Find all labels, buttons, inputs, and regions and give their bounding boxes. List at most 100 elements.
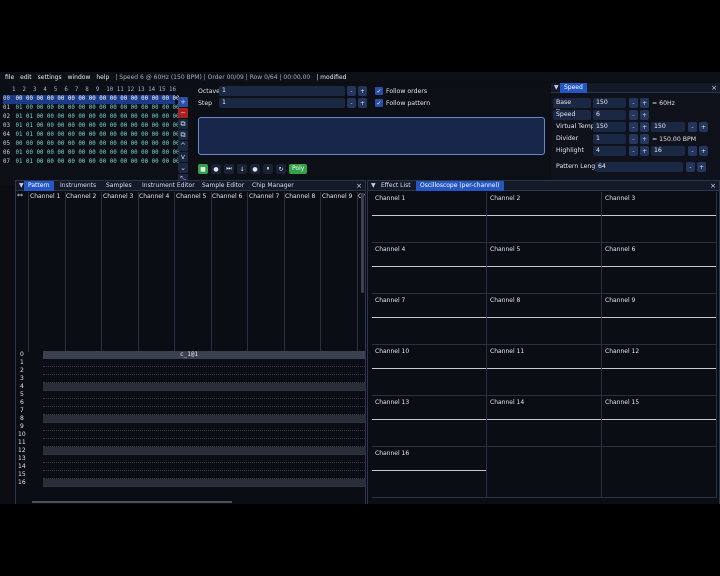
- menu-file[interactable]: file: [5, 74, 14, 81]
- pattern-row[interactable]: [43, 383, 365, 391]
- follow-orders-checkbox[interactable]: ✓: [375, 87, 383, 95]
- move-down-icon[interactable]: v: [178, 152, 188, 162]
- close-icon[interactable]: ×: [711, 83, 717, 93]
- channel-header[interactable]: Channel 1: [30, 192, 66, 202]
- speed-input[interactable]: 6: [593, 110, 626, 120]
- channel-header[interactable]: Channel 8: [285, 192, 321, 202]
- menu-edit[interactable]: edit: [20, 74, 32, 81]
- tab-samples[interactable]: Samples: [102, 181, 136, 191]
- vt-num-decrease-button[interactable]: -: [629, 122, 638, 132]
- add-order-button[interactable]: +: [178, 97, 188, 107]
- channel-header[interactable]: Channel 4: [139, 192, 175, 202]
- tab-chip-manager[interactable]: Chip Manager: [248, 181, 298, 191]
- channel-header[interactable]: Channel 6: [212, 192, 248, 202]
- pattern-row[interactable]: [43, 455, 365, 463]
- pattern-row[interactable]: [43, 439, 365, 447]
- divider-input[interactable]: 1: [593, 134, 626, 144]
- step-forward-icon[interactable]: ⏭: [224, 164, 234, 174]
- repeat-icon[interactable]: ↻: [276, 164, 286, 174]
- pattern-horizontal-scrollbar[interactable]: [32, 501, 232, 503]
- order-row[interactable]: 05 00 00 00 00 00 00 00 00 00 00 00 00 0…: [3, 140, 180, 149]
- metronome-icon[interactable]: ⏸: [263, 164, 273, 174]
- step-increase-button[interactable]: +: [358, 98, 367, 108]
- highlight-2-increase-button[interactable]: +: [699, 146, 708, 156]
- collapse-triangle-icon[interactable]: ▼: [371, 181, 376, 191]
- order-row[interactable]: 01 01 00 00 00 00 00 00 00 00 00 00 00 0…: [3, 104, 180, 113]
- vt-num-increase-button[interactable]: +: [640, 122, 649, 132]
- pattern-length-increase-button[interactable]: +: [697, 162, 706, 172]
- tab-oscilloscope[interactable]: Oscilloscope (per-channel): [416, 181, 504, 191]
- step-decrease-button[interactable]: -: [347, 98, 356, 108]
- order-row[interactable]: 02 01 01 00 00 00 00 00 00 00 00 00 00 0…: [3, 113, 180, 122]
- stop-icon[interactable]: ■: [198, 164, 208, 174]
- order-row[interactable]: 07 01 01 00 00 00 00 00 00 00 00 00 00 0…: [3, 158, 180, 167]
- highlight-2-input[interactable]: 16: [651, 146, 685, 156]
- menu-window[interactable]: window: [68, 74, 91, 81]
- octave-increase-button[interactable]: +: [358, 86, 367, 96]
- poly-button[interactable]: Poly: [289, 164, 308, 174]
- speed-decrease-button[interactable]: -: [629, 110, 638, 120]
- pattern-row[interactable]: [43, 431, 365, 439]
- record-icon[interactable]: ●: [250, 164, 260, 174]
- pattern-length-input[interactable]: 64: [595, 162, 683, 172]
- octave-input[interactable]: 1: [219, 86, 345, 96]
- highlight-1-input[interactable]: 4: [593, 146, 626, 156]
- base-tempo-input[interactable]: 150: [593, 98, 626, 108]
- pattern-row[interactable]: [43, 415, 365, 423]
- order-row[interactable]: 03 01 01 00 00 00 00 00 00 00 00 00 00 0…: [3, 122, 180, 131]
- close-icon[interactable]: ×: [710, 181, 716, 191]
- collapse-triangle-icon[interactable]: ▼: [554, 83, 559, 93]
- pattern-row[interactable]: [43, 463, 365, 471]
- tab-speed[interactable]: Speed: [560, 83, 587, 93]
- remove-order-button[interactable]: −: [178, 108, 188, 118]
- pattern-row[interactable]: [43, 447, 365, 455]
- base-tempo-increase-button[interactable]: +: [640, 98, 649, 108]
- menu-settings[interactable]: settings: [38, 74, 62, 81]
- channel-header[interactable]: Channel 3: [103, 192, 139, 202]
- highlight-1-increase-button[interactable]: +: [640, 146, 649, 156]
- move-up-icon[interactable]: ^: [178, 141, 188, 151]
- virtual-tempo-numerator[interactable]: 150: [593, 122, 626, 132]
- clone-order-icon[interactable]: ⧉: [178, 130, 188, 140]
- order-row[interactable]: 06 01 00 00 00 00 00 00 00 00 00 00 00 0…: [3, 149, 180, 158]
- step-down-icon[interactable]: ↓: [237, 164, 247, 174]
- tab-instrument-editor[interactable]: Instrument Editor: [138, 181, 199, 191]
- duplicate-order-icon[interactable]: ⧉: [178, 119, 188, 129]
- highlight-2-decrease-button[interactable]: -: [688, 146, 697, 156]
- play-icon[interactable]: ●: [211, 164, 221, 174]
- vt-den-increase-button[interactable]: +: [699, 122, 708, 132]
- tab-sample-editor[interactable]: Sample Editor: [198, 181, 248, 191]
- pattern-row[interactable]: [43, 471, 365, 479]
- pattern-row[interactable]: [43, 399, 365, 407]
- pattern-scrollbar[interactable]: [361, 193, 364, 293]
- highlight-1-decrease-button[interactable]: -: [629, 146, 638, 156]
- channel-header[interactable]: Channel 2: [66, 192, 102, 202]
- virtual-tempo-denominator[interactable]: 150: [651, 122, 685, 132]
- tab-pattern[interactable]: Pattern: [24, 181, 54, 191]
- channel-header[interactable]: Channel 7: [249, 192, 285, 202]
- step-input[interactable]: 1: [219, 98, 345, 108]
- menu-help[interactable]: help: [96, 74, 109, 81]
- pattern-row[interactable]: [43, 407, 365, 415]
- speed-increase-button[interactable]: +: [640, 110, 649, 120]
- chevron-down-icon[interactable]: ⌄: [178, 163, 188, 173]
- octave-decrease-button[interactable]: -: [347, 86, 356, 96]
- channel-header[interactable]: Channel 5: [176, 192, 212, 202]
- vt-den-decrease-button[interactable]: -: [688, 122, 697, 132]
- base-tempo-decrease-button[interactable]: -: [629, 98, 638, 108]
- channel-header[interactable]: Channel 9: [322, 192, 358, 202]
- pattern-row[interactable]: [43, 479, 365, 487]
- tab-effect-list[interactable]: Effect List: [377, 181, 415, 191]
- order-row[interactable]: 00 00 00 00 00 00 00 00 00 00 00 00 00 0…: [3, 95, 180, 104]
- pattern-length-decrease-button[interactable]: -: [686, 162, 695, 172]
- collapse-triangle-icon[interactable]: ▼: [19, 181, 24, 191]
- pattern-row[interactable]: [43, 391, 365, 399]
- divider-increase-button[interactable]: +: [640, 134, 649, 144]
- follow-pattern-checkbox[interactable]: ✓: [375, 99, 383, 107]
- close-icon[interactable]: ×: [356, 181, 362, 191]
- tab-instruments[interactable]: Instruments: [56, 181, 100, 191]
- pattern-row[interactable]: [43, 359, 365, 367]
- order-row[interactable]: 04 01 01 00 00 00 00 00 00 00 00 00 00 0…: [3, 131, 180, 140]
- pattern-row[interactable]: [43, 423, 365, 431]
- pattern-row-current[interactable]: c_1@1: [43, 351, 365, 359]
